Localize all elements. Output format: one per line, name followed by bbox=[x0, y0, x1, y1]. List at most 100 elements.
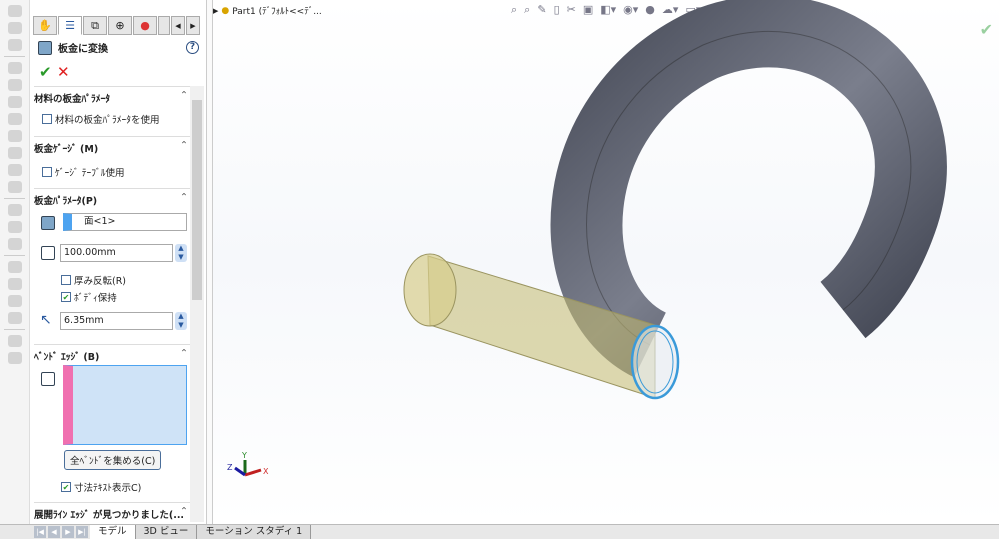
cancel-button[interactable]: ✕ bbox=[57, 63, 70, 81]
tool-icon[interactable] bbox=[8, 221, 22, 233]
bent-tube-body bbox=[550, 0, 947, 378]
section-header: 展開ﾗｲﾝ ｴｯｼﾞ が見つかりました(... bbox=[34, 510, 185, 521]
thickness-input[interactable]: 100.00mm bbox=[60, 244, 173, 262]
tab-dimxpert[interactable]: ⊕ bbox=[108, 16, 132, 35]
tab-feature-manager[interactable]: ✋ bbox=[33, 16, 57, 35]
edge-icon bbox=[41, 372, 55, 386]
tab-motion-study[interactable]: モーション スタディ 1 bbox=[197, 525, 312, 539]
thickness-spinner[interactable]: ▲ ▼ bbox=[175, 244, 187, 262]
collapse-icon[interactable]: ⌃ bbox=[180, 90, 188, 101]
tool-icon[interactable] bbox=[8, 147, 22, 159]
tab-model[interactable]: モデル bbox=[90, 525, 136, 539]
checkbox-box[interactable]: ✔ bbox=[61, 292, 71, 302]
tool-icon[interactable] bbox=[8, 352, 22, 364]
tool-icon[interactable] bbox=[8, 312, 22, 324]
graphics-viewport[interactable]: ▶ ● Part1 (ﾃﾞﾌｫﾙﾄ<<ﾃﾞ... ⌕ ⌕ ✎ ▯ ✂ ▣ ◧▾ … bbox=[213, 0, 999, 524]
tool-icon[interactable] bbox=[8, 335, 22, 347]
checkbox-label: 寸法ﾃｷｽﾄ表示C) bbox=[74, 483, 142, 494]
section-rip-edges[interactable]: 展開ﾗｲﾝ ｴｯｼﾞ が見つかりました(... ⌃ bbox=[34, 502, 190, 521]
tab-configuration-manager[interactable]: ⧉ bbox=[83, 16, 107, 35]
scrollbar-thumb[interactable] bbox=[192, 100, 202, 300]
tab-property-manager[interactable]: ☰ bbox=[58, 16, 82, 35]
checkbox-label: 厚み反転(R) bbox=[74, 276, 127, 287]
gauge-table-checkbox[interactable]: ｹﾞｰｼﾞ ﾃｰﾌﾞﾙ使用 bbox=[42, 165, 125, 179]
axis-z-label: Z bbox=[227, 463, 233, 472]
tool-icon[interactable] bbox=[8, 22, 22, 34]
use-material-checkbox[interactable]: 材料の板金ﾊﾟﾗﾒｰﾀを使用 bbox=[42, 112, 160, 126]
checkbox-box[interactable] bbox=[42, 167, 52, 177]
bend-radius-icon: ↖ bbox=[40, 312, 52, 328]
face-icon bbox=[41, 216, 55, 230]
model-graphics: Y X Z bbox=[227, 0, 947, 477]
prev-tab-button[interactable]: ◀ bbox=[48, 526, 60, 538]
tool-icon[interactable] bbox=[8, 278, 22, 290]
crosshair-icon: ⊕ bbox=[115, 19, 125, 32]
axis-y-label: Y bbox=[241, 451, 247, 460]
selected-face-edge bbox=[630, 324, 680, 400]
tool-icon[interactable] bbox=[8, 181, 22, 193]
checkbox-box[interactable] bbox=[42, 114, 52, 124]
tool-icon[interactable] bbox=[8, 62, 22, 74]
manager-tabs: ✋ ☰ ⧉ ⊕ ● ◀ ▶ bbox=[33, 16, 201, 35]
radius-spinner[interactable]: ▲ ▼ bbox=[175, 312, 187, 330]
last-tab-button[interactable]: ▶| bbox=[76, 526, 88, 538]
collapse-icon[interactable]: ⌃ bbox=[180, 506, 188, 517]
reverse-thickness-checkbox[interactable]: 厚み反転(R) bbox=[61, 273, 126, 287]
tool-icon[interactable] bbox=[8, 261, 22, 273]
section-header: ﾍﾞﾝﾄﾞ ｴｯｼﾞ (B) bbox=[34, 352, 100, 363]
property-manager: ✋ ☰ ⧉ ⊕ ● ◀ ▶ 板金に変換 ? ✔ ✕ 材料の板金ﾊﾟﾗﾒｰﾀ ⌃ 材… bbox=[30, 0, 207, 524]
tool-icon[interactable] bbox=[8, 96, 22, 108]
triad-axes: Y X Z bbox=[227, 451, 269, 477]
tab-display-manager[interactable]: ● bbox=[133, 16, 157, 35]
section-header: 板金ﾊﾟﾗﾒｰﾀ(P) bbox=[34, 196, 98, 207]
checkbox-label: ﾎﾞﾃﾞｨ保持 bbox=[74, 293, 117, 304]
tool-icon[interactable] bbox=[8, 130, 22, 142]
feature-title: 板金に変換 bbox=[38, 40, 108, 55]
divider bbox=[4, 255, 25, 256]
tab-more[interactable] bbox=[158, 16, 170, 35]
section-bend-edges[interactable]: ﾍﾞﾝﾄﾞ ｴｯｼﾞ (B) ⌃ bbox=[34, 344, 190, 363]
face-selection-field[interactable]: 面<1> bbox=[63, 213, 187, 231]
section-params[interactable]: 板金ﾊﾟﾗﾒｰﾀ(P) ⌃ bbox=[34, 188, 190, 207]
panel-scrollbar[interactable] bbox=[190, 86, 204, 522]
tool-icon[interactable] bbox=[8, 5, 22, 17]
tool-icon[interactable] bbox=[8, 204, 22, 216]
tab-navigation: |◀ ◀ ▶ ▶| bbox=[0, 525, 90, 539]
ok-button[interactable]: ✔ bbox=[39, 63, 52, 81]
show-dim-text-checkbox[interactable]: ✔ 寸法ﾃｷｽﾄ表示C) bbox=[61, 480, 141, 494]
keep-body-checkbox[interactable]: ✔ ﾎﾞﾃﾞｨ保持 bbox=[61, 290, 117, 304]
tool-icon[interactable] bbox=[8, 164, 22, 176]
section-header: 板金ｹﾞｰｼﾞ (M) bbox=[34, 144, 99, 155]
tool-icon[interactable] bbox=[8, 113, 22, 125]
tool-icon[interactable] bbox=[8, 79, 22, 91]
list-icon: ☰ bbox=[65, 19, 75, 32]
collapse-icon[interactable]: ⌃ bbox=[180, 140, 188, 151]
checkbox-box[interactable] bbox=[61, 275, 71, 285]
collapse-icon[interactable]: ⌃ bbox=[180, 192, 188, 203]
tab-scroll-left[interactable]: ◀ bbox=[171, 16, 185, 35]
checkbox-box[interactable]: ✔ bbox=[61, 482, 71, 492]
thickness-icon bbox=[41, 246, 55, 260]
collect-all-bends-button[interactable]: 全ﾍﾞﾝﾄﾞを集める(C) bbox=[64, 450, 162, 470]
bottom-tab-bar: |◀ ◀ ▶ ▶| モデル 3D ビュー モーション スタディ 1 bbox=[0, 524, 999, 539]
tool-icon[interactable] bbox=[8, 39, 22, 51]
feature-title-text: 板金に変換 bbox=[58, 44, 108, 55]
bend-edges-list[interactable] bbox=[63, 365, 187, 445]
feature-icon: ✋ bbox=[38, 19, 52, 32]
first-tab-button[interactable]: |◀ bbox=[34, 526, 46, 538]
section-material[interactable]: 材料の板金ﾊﾟﾗﾒｰﾀ ⌃ bbox=[34, 86, 190, 105]
tab-scroll-right[interactable]: ▶ bbox=[186, 16, 200, 35]
sheetmetal-icon bbox=[38, 40, 52, 55]
tool-icon[interactable] bbox=[8, 238, 22, 250]
next-tab-button[interactable]: ▶ bbox=[62, 526, 74, 538]
color-wheel-icon: ● bbox=[140, 19, 150, 32]
bend-radius-input[interactable]: 6.35mm bbox=[60, 312, 173, 330]
divider bbox=[4, 198, 25, 199]
divider bbox=[4, 329, 25, 330]
arrow-right-icon: ▶ bbox=[190, 21, 196, 30]
tool-icon[interactable] bbox=[8, 295, 22, 307]
section-gauge[interactable]: 板金ｹﾞｰｼﾞ (M) ⌃ bbox=[34, 136, 190, 155]
help-icon[interactable]: ? bbox=[186, 41, 199, 54]
collapse-icon[interactable]: ⌃ bbox=[180, 348, 188, 359]
tab-3d-view[interactable]: 3D ビュー bbox=[135, 525, 198, 539]
